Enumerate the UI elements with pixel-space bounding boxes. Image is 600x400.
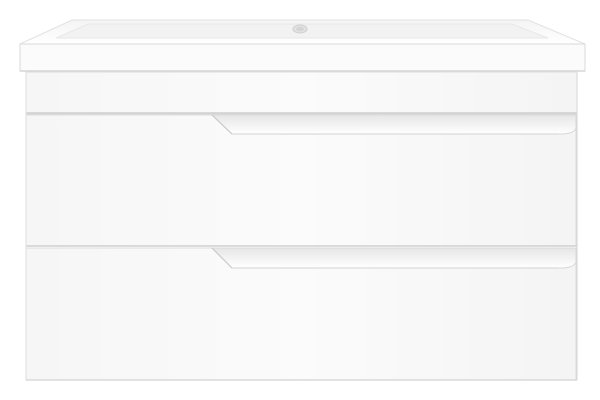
basin-front-edge xyxy=(19,43,586,72)
tap-hole-inner xyxy=(296,26,304,32)
lower-drawer[interactable] xyxy=(25,247,577,381)
cabinet-top-rail xyxy=(25,71,578,115)
lower-drawer-handle-groove[interactable] xyxy=(210,247,577,269)
cabinet xyxy=(25,71,578,381)
upper-drawer-handle-groove[interactable] xyxy=(210,114,577,135)
vanity-illustration xyxy=(19,19,586,381)
upper-drawer-front xyxy=(25,114,577,247)
upper-drawer[interactable] xyxy=(25,114,577,247)
product-photo xyxy=(0,0,600,400)
basin xyxy=(19,19,586,72)
